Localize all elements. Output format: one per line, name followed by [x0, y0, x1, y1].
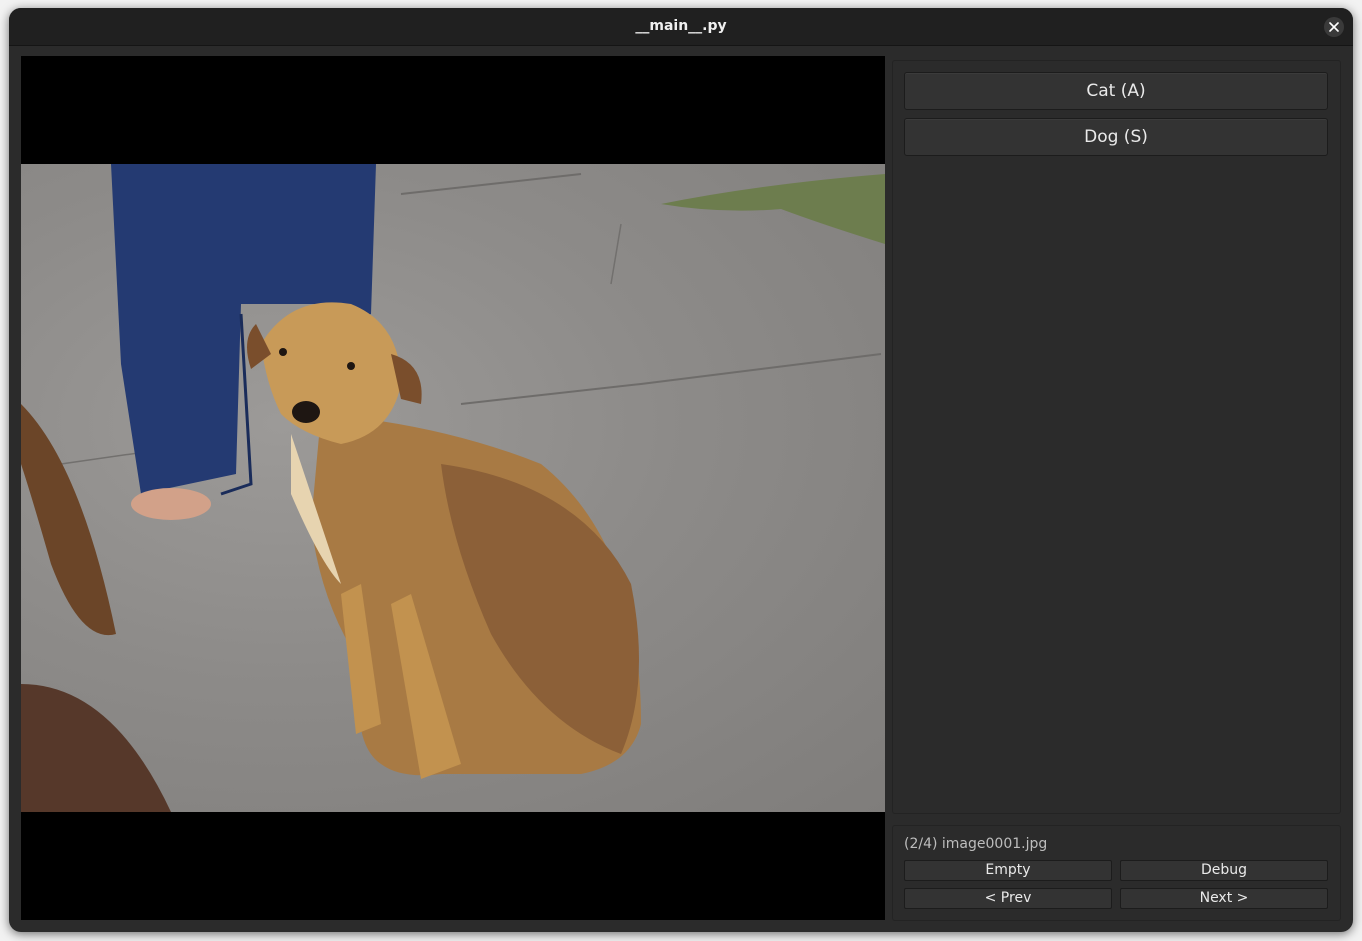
next-button[interactable]: Next >	[1120, 888, 1328, 909]
close-button[interactable]	[1324, 17, 1344, 37]
navigation-panel: (2/4) image0001.jpg Empty Debug < Prev N…	[892, 825, 1341, 921]
image-viewer	[21, 56, 885, 920]
close-icon	[1329, 22, 1339, 32]
title-bar[interactable]: __main__.py	[9, 8, 1353, 46]
cat-class-button[interactable]: Cat (A)	[904, 72, 1328, 110]
window-title: __main__.py	[635, 18, 727, 34]
empty-button[interactable]: Empty	[904, 860, 1112, 881]
dog-class-button[interactable]: Dog (S)	[904, 118, 1328, 156]
image-status: (2/4) image0001.jpg	[904, 836, 1048, 852]
dog-photo	[21, 164, 885, 812]
class-panel: Cat (A) Dog (S)	[892, 60, 1341, 814]
debug-button[interactable]: Debug	[1120, 860, 1328, 881]
prev-button[interactable]: < Prev	[904, 888, 1112, 909]
app-window: __main__.py Cat (A) Dog (S) (2/4) image0…	[9, 8, 1353, 932]
